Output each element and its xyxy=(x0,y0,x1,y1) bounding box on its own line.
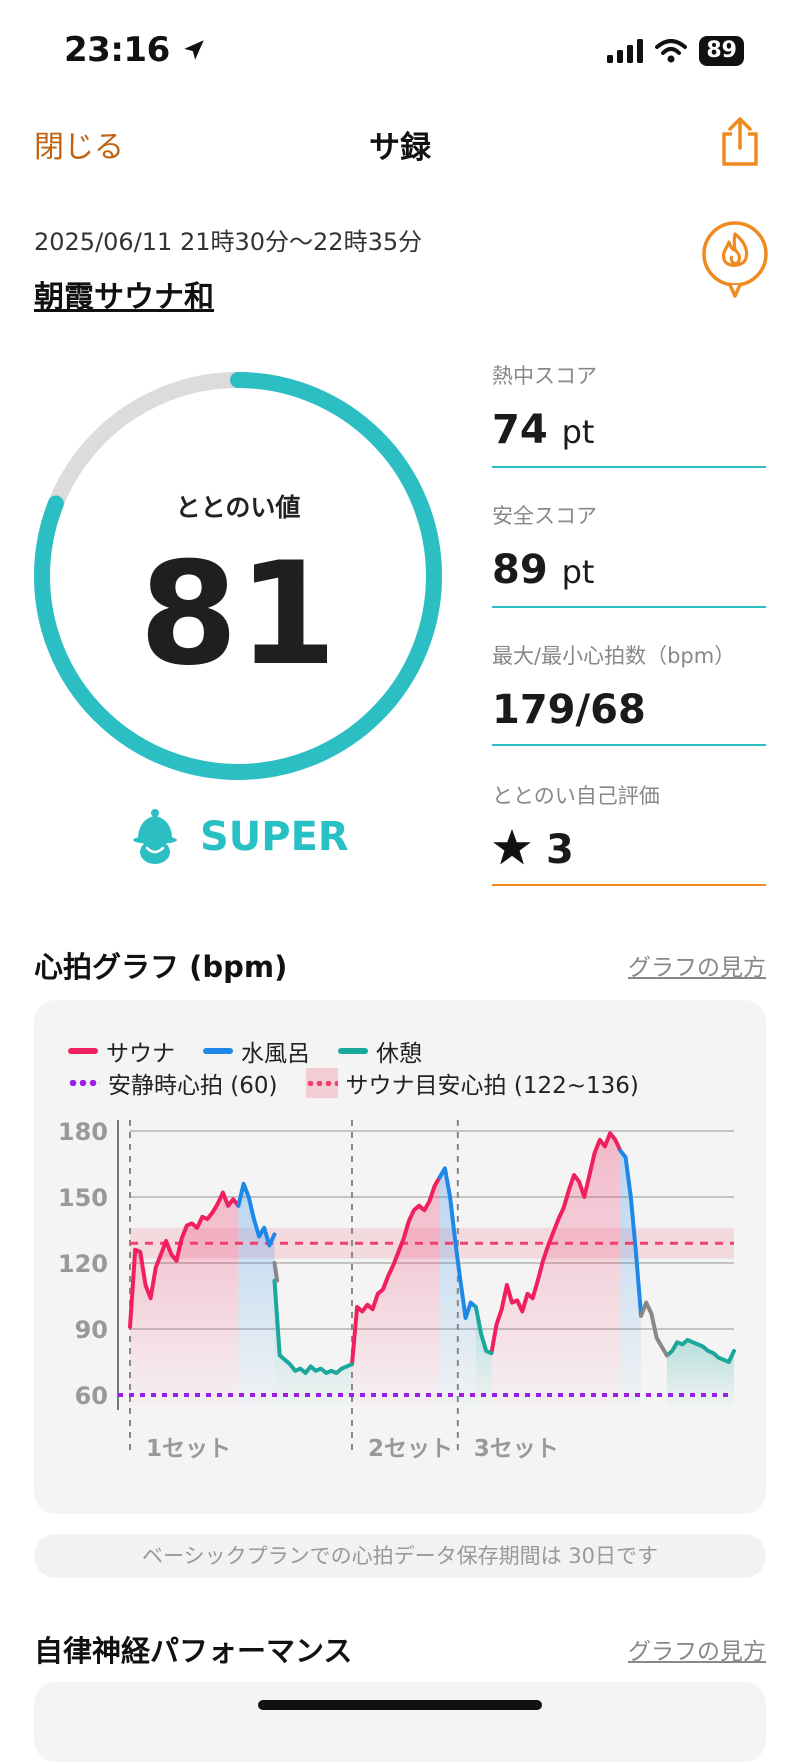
facility-link[interactable]: 朝霞サウナ和 xyxy=(34,272,214,316)
battery-icon: 89 xyxy=(699,36,744,66)
status-time-text: 23:16 xyxy=(64,30,170,70)
wifi-icon xyxy=(655,39,688,63)
score-number: 74 xyxy=(492,407,548,453)
legend-rest: 休憩 xyxy=(338,1034,422,1068)
y-tick-label: 60 xyxy=(75,1382,108,1410)
retention-notice: ベーシックプランでの心拍データ保存期間は 30日です xyxy=(34,1534,766,1578)
score-value: 179/68 xyxy=(492,686,766,734)
close-button[interactable]: 閉じる xyxy=(34,122,124,166)
legend-label: サウナ目安心拍 (122~136) xyxy=(345,1073,639,1099)
score-heat: 熱中スコア 74 pt xyxy=(492,360,766,468)
legend-row-2: 安静時心拍 (60) サウナ目安心拍 (122~136) xyxy=(68,1066,667,1100)
y-tick-label: 90 xyxy=(75,1316,108,1344)
set-label: 1セット xyxy=(146,1436,231,1462)
divider xyxy=(492,606,766,608)
score-label: ととのい自己評価 xyxy=(492,784,660,808)
set-label: 2セット xyxy=(368,1436,453,1462)
score-value: 74 pt xyxy=(492,406,766,456)
legend-row-1: サウナ 水風呂 休憩 xyxy=(68,1034,450,1068)
series-line xyxy=(272,1278,354,1375)
gauge-label: ととのい値 xyxy=(175,493,301,522)
heart-rate-chart: 60 90 120 150 180 1セット 2セット 3セット xyxy=(58,1118,736,1462)
score-unit: pt xyxy=(561,413,595,451)
heart-graph-title: 心拍グラフ (bpm) xyxy=(34,950,288,984)
y-tick-label: 120 xyxy=(58,1250,108,1278)
series-area xyxy=(351,1177,440,1406)
gauge-value: 81 xyxy=(139,532,337,697)
legend-resting-hr: 安静時心拍 (60) xyxy=(68,1066,278,1100)
status-time: 23:16 xyxy=(64,30,207,70)
score-safety: 安全スコア 89 pt xyxy=(492,500,766,608)
legend-water: 水風呂 xyxy=(203,1034,310,1068)
location-arrow-icon xyxy=(184,40,204,60)
home-indicator xyxy=(258,1700,542,1710)
y-tick-label: 150 xyxy=(58,1184,108,1212)
divider xyxy=(492,466,766,468)
series-line xyxy=(272,1261,280,1283)
score-number: 179/68 xyxy=(492,687,646,733)
star-icon xyxy=(493,829,531,865)
rank-badge: SUPER xyxy=(130,808,349,866)
share-button[interactable] xyxy=(718,116,762,172)
fire-bubble-icon xyxy=(702,221,768,298)
legend-swatch xyxy=(203,1048,233,1054)
score-value: 3 xyxy=(492,826,766,874)
score-heart-rate: 最大/最小心拍数（bpm） 179/68 xyxy=(492,640,766,746)
post-button[interactable] xyxy=(700,220,770,304)
rank-text: SUPER xyxy=(200,814,349,860)
series-area xyxy=(238,1183,275,1406)
score-label: 安全スコア xyxy=(492,504,597,528)
score-label: 熱中スコア xyxy=(492,364,597,388)
legend-label: 休憩 xyxy=(376,1041,422,1067)
legend-swatch xyxy=(305,1068,338,1098)
legend-swatch xyxy=(338,1048,368,1054)
legend-label: サウナ xyxy=(106,1041,175,1067)
set-label: 3セット xyxy=(474,1436,559,1462)
legend-target-hr: サウナ目安心拍 (122~136) xyxy=(305,1066,639,1100)
score-number: 3 xyxy=(545,827,574,873)
session-datetime: 2025/06/11 21時30分〜22時35分 xyxy=(34,228,423,256)
heart-graph-card: サウナ 水風呂 休憩 安静時心拍 (60) サウナ目安心拍 (122~136) … xyxy=(34,1000,766,1514)
series-area xyxy=(491,1133,621,1406)
share-icon xyxy=(722,117,758,166)
legend-label: 安静時心拍 (60) xyxy=(108,1073,278,1099)
anp-howto-link[interactable]: グラフの見方 xyxy=(628,1632,766,1666)
score-self-rating[interactable]: ととのい自己評価 3 xyxy=(492,780,766,886)
divider xyxy=(492,884,766,886)
signal-icon xyxy=(607,39,644,63)
divider xyxy=(492,744,766,746)
sauna-hat-icon xyxy=(133,809,177,864)
series-area xyxy=(274,1280,352,1406)
legend-swatch xyxy=(68,1080,100,1086)
legend-label: 水風呂 xyxy=(241,1041,310,1067)
score-label: 最大/最小心拍数（bpm） xyxy=(492,644,736,668)
score-unit: pt xyxy=(561,553,595,591)
anp-title: 自律神経パフォーマンス xyxy=(34,1634,353,1668)
series-area xyxy=(130,1192,239,1406)
anp-card xyxy=(34,1682,766,1762)
status-icons: 89 xyxy=(607,36,744,66)
score-number: 89 xyxy=(492,547,548,593)
score-value: 89 pt xyxy=(492,546,766,596)
heart-graph-howto-link[interactable]: グラフの見方 xyxy=(628,948,766,982)
legend-sauna: サウナ xyxy=(68,1034,175,1068)
y-tick-label: 180 xyxy=(58,1118,108,1146)
legend-swatch xyxy=(68,1048,98,1054)
